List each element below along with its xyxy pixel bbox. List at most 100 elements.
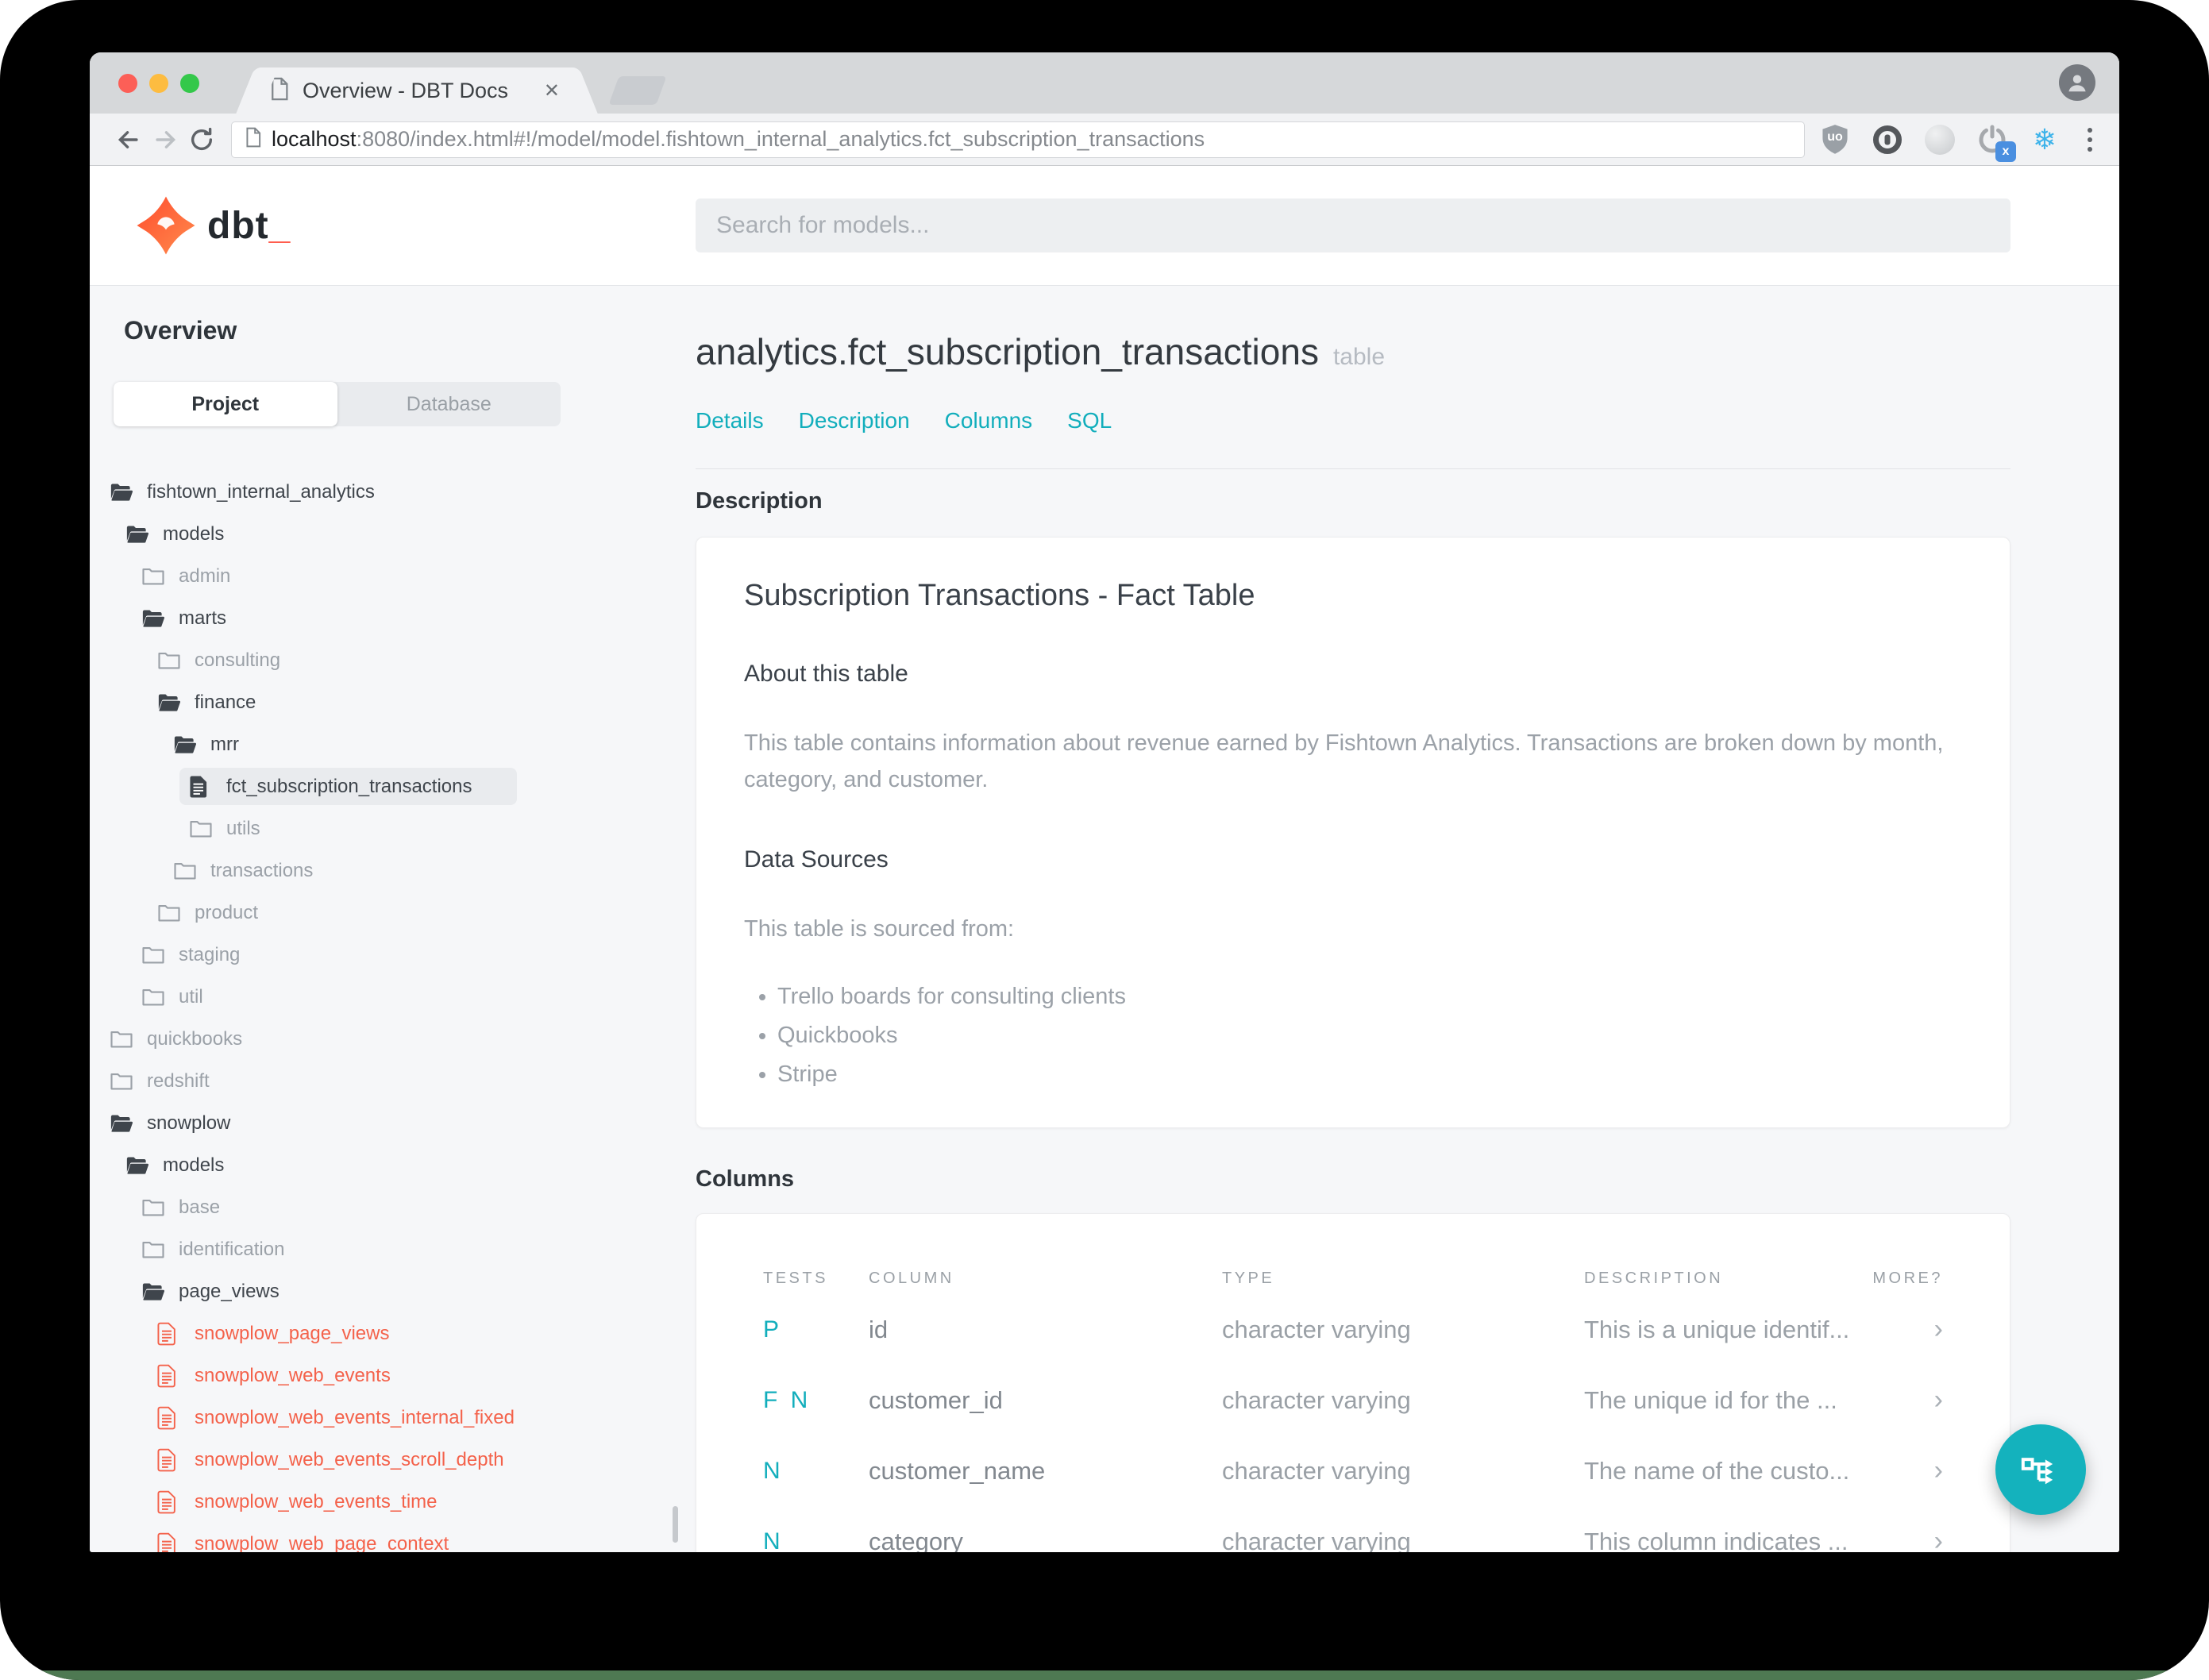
zoom-window-button[interactable] (180, 74, 199, 93)
folder-open-icon (110, 1112, 135, 1135)
back-button[interactable] (110, 126, 147, 153)
onepassword-icon[interactable] (1872, 124, 1903, 156)
lineage-graph-button[interactable] (1995, 1424, 2086, 1515)
source-item: Stripe (777, 1057, 1962, 1092)
tree-item[interactable]: snowplow (110, 1102, 681, 1144)
sidebar-scrollbar-thumb[interactable] (673, 1506, 678, 1543)
nav-link-sql[interactable]: SQL (1067, 408, 1112, 433)
cell-type: character varying (1222, 1456, 1411, 1485)
forward-button[interactable] (147, 126, 183, 153)
power-extension-icon[interactable]: x (1976, 124, 2016, 162)
nav-link-columns[interactable]: Columns (945, 408, 1032, 433)
pocket-icon[interactable] (1924, 124, 1956, 156)
chevron-right-icon[interactable]: › (1872, 1526, 1943, 1552)
tree-item[interactable]: fct_subscription_transactions (110, 765, 681, 807)
reload-button[interactable] (183, 126, 220, 153)
browser-profile-avatar[interactable] (2059, 64, 2095, 101)
cell-tests: N (763, 1528, 784, 1552)
tree-item[interactable]: snowplow_page_views (110, 1312, 681, 1354)
tree-item[interactable]: models (110, 1144, 681, 1186)
tree-item[interactable]: consulting (110, 639, 681, 681)
snowflake-extension-icon[interactable]: ❄ (2029, 124, 2061, 156)
nav-link-description[interactable]: Description (799, 408, 910, 433)
chevron-right-icon[interactable]: › (1872, 1455, 1943, 1486)
page-icon (269, 77, 290, 105)
cell-column: category (869, 1527, 963, 1552)
folder-open-icon (173, 733, 199, 757)
cell-description: The unique id for the ... (1584, 1385, 1837, 1414)
cell-description: The name of the custo... (1584, 1456, 1850, 1485)
tree-item[interactable]: snowplow_web_events_scroll_depth (110, 1439, 681, 1481)
browser-window: Overview - DBT Docs ✕ localhost:8080/ind… (90, 52, 2119, 1552)
tree-item[interactable]: snowplow_web_events_time (110, 1481, 681, 1523)
tab-database[interactable]: Database (337, 382, 561, 426)
folder-open-icon (157, 691, 183, 715)
chevron-right-icon[interactable]: › (1872, 1314, 1943, 1345)
tree-item[interactable]: snowplow_web_events (110, 1354, 681, 1397)
tree-item[interactable]: fishtown_internal_analytics (110, 471, 681, 513)
cell-tests: P (763, 1316, 783, 1343)
browser-tab[interactable]: Overview - DBT Docs ✕ (258, 67, 576, 114)
columns-table-body: P id character varying This is a unique … (763, 1300, 1943, 1552)
tree-item[interactable]: util (110, 976, 681, 1018)
columns-heading: Columns (696, 1166, 795, 1193)
tab-project[interactable]: Project (114, 382, 337, 426)
nav-link-details[interactable]: Details (696, 408, 764, 433)
dbt-logo[interactable]: dbt_ (136, 195, 291, 256)
tree-item[interactable]: utils (110, 807, 681, 850)
page-icon (245, 127, 262, 152)
folder-open-icon (110, 480, 135, 504)
tree-item-label: admin (179, 564, 231, 587)
folder-icon (141, 1238, 167, 1262)
tab-close-icon[interactable]: ✕ (544, 79, 560, 102)
tree-item[interactable]: snowplow_web_events_internal_fixed (110, 1397, 681, 1439)
file-tree: fishtown_internal_analytics models admin… (110, 471, 681, 1552)
minimize-window-button[interactable] (149, 74, 168, 93)
cell-type: character varying (1222, 1527, 1411, 1552)
tree-item-label: finance (195, 691, 256, 713)
tree-item-label: quickbooks (147, 1027, 243, 1050)
desktop-wallpaper-strip (0, 1670, 2209, 1680)
file-icon (157, 1448, 183, 1472)
cell-column: id (869, 1315, 889, 1343)
close-window-button[interactable] (118, 74, 137, 93)
table-row[interactable]: N customer_name character varying The na… (763, 1442, 1943, 1500)
tree-item[interactable]: page_views (110, 1270, 681, 1312)
folder-icon (141, 564, 167, 588)
url-bar[interactable]: localhost:8080/index.html#!/model/model.… (231, 121, 1805, 158)
folder-open-icon (125, 522, 151, 546)
tree-item[interactable]: redshift (110, 1060, 681, 1102)
tree-item[interactable]: snowplow_web_page_context (110, 1523, 681, 1552)
browser-menu-icon[interactable] (2081, 127, 2099, 152)
tree-item[interactable]: mrr (110, 723, 681, 765)
tree-item-label: models (163, 522, 225, 545)
tree-item[interactable]: quickbooks (110, 1018, 681, 1060)
tree-item[interactable]: admin (110, 555, 681, 597)
folder-open-icon (141, 1280, 167, 1304)
header-description: DESCRIPTION (1584, 1270, 1724, 1288)
new-tab-button[interactable] (608, 76, 667, 105)
tree-item[interactable]: base (110, 1186, 681, 1228)
table-row[interactable]: N category character varying This column… (763, 1512, 1943, 1552)
search-input[interactable] (696, 198, 2010, 252)
tree-item[interactable]: models (110, 513, 681, 555)
tree-item[interactable]: marts (110, 597, 681, 639)
ublock-origin-icon[interactable]: uo (1819, 124, 1851, 156)
tree-item[interactable]: staging (110, 934, 681, 976)
cell-column: customer_name (869, 1456, 1046, 1485)
tab-title: Overview - DBT Docs (303, 78, 509, 102)
tree-item[interactable]: product (110, 892, 681, 934)
tree-item[interactable]: identification (110, 1228, 681, 1270)
folder-icon (157, 901, 183, 925)
tree-item[interactable]: transactions (110, 850, 681, 892)
tree-item-label: base (179, 1196, 221, 1218)
folder-open-icon (125, 1154, 151, 1177)
cell-description: This column indicates ... (1584, 1527, 1849, 1552)
x-badge: x (1995, 141, 2016, 162)
table-row[interactable]: P id character varying This is a unique … (763, 1300, 1943, 1358)
sources-heading: Data Sources (744, 846, 889, 873)
chevron-right-icon[interactable]: › (1872, 1385, 1943, 1416)
tree-item[interactable]: finance (110, 681, 681, 723)
table-row[interactable]: F N customer_id character varying The un… (763, 1371, 1943, 1429)
file-icon (157, 1532, 183, 1552)
